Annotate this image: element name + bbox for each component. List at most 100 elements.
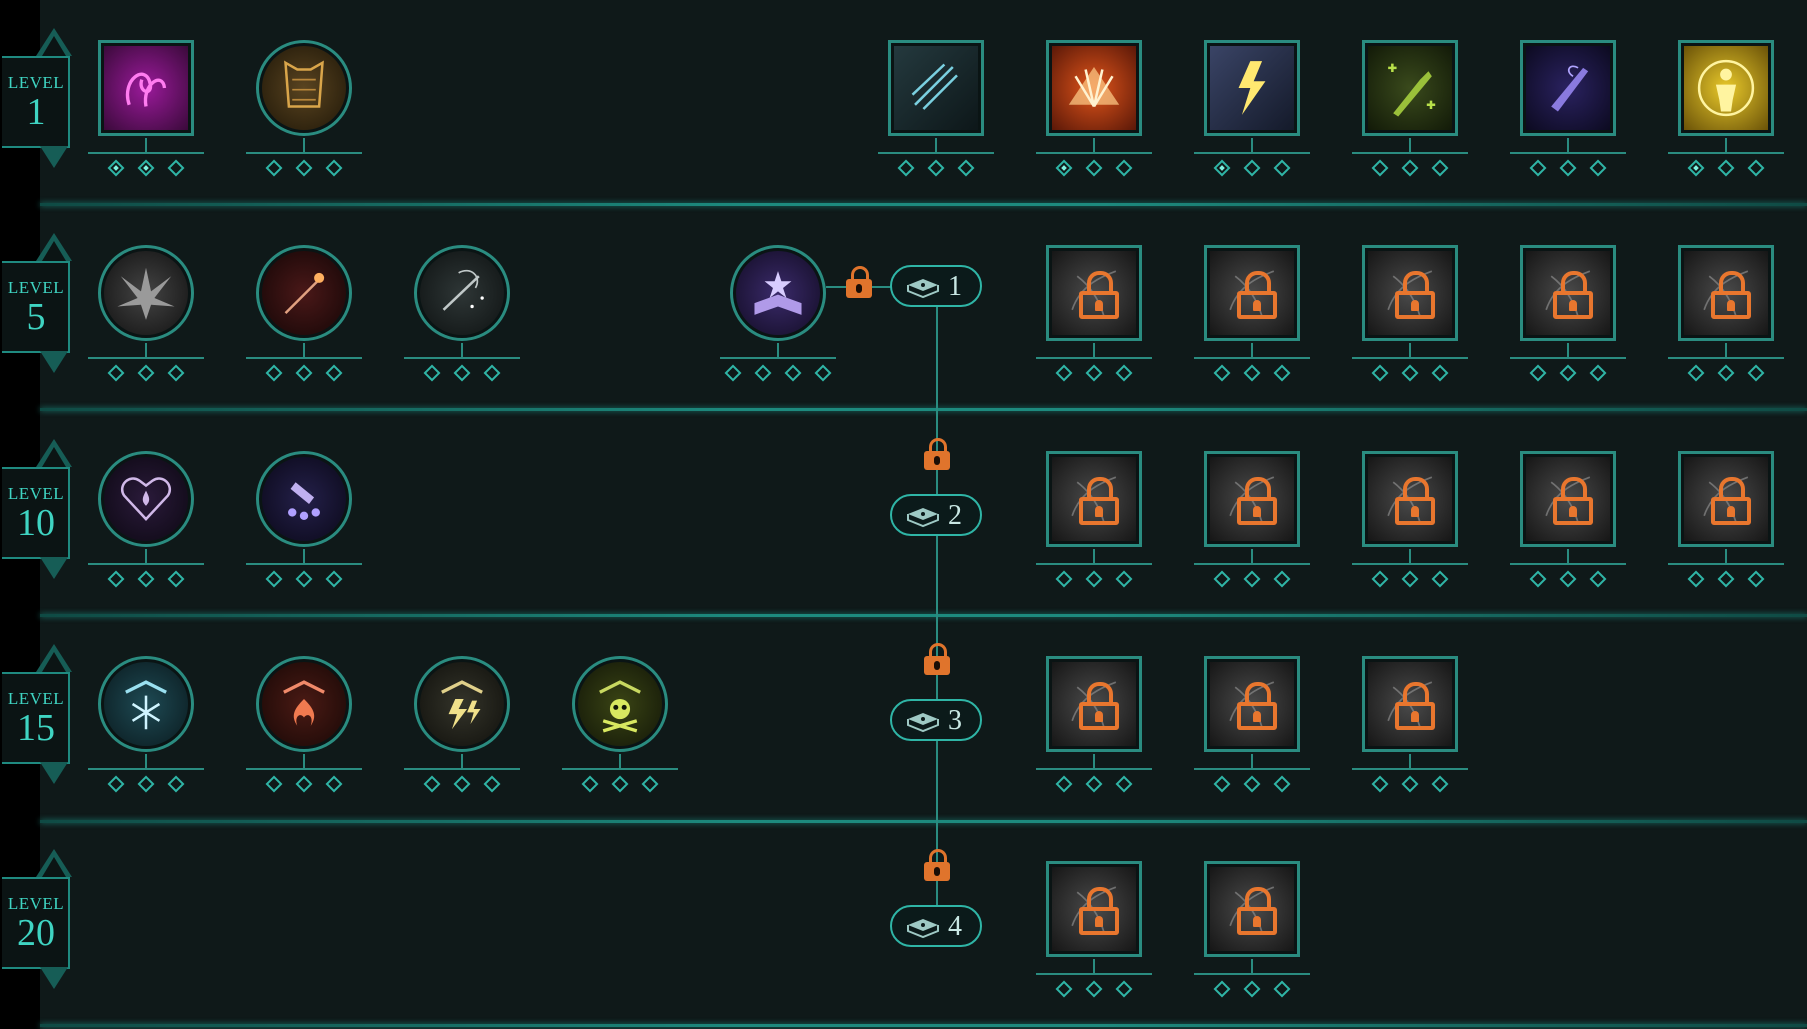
rank-pip-empty bbox=[1589, 570, 1607, 588]
talent-node[interactable] bbox=[1668, 38, 1784, 154]
rank-pip-empty bbox=[1213, 364, 1231, 382]
rank-pip-empty bbox=[107, 364, 125, 382]
talent-node[interactable] bbox=[1510, 38, 1626, 154]
unlock-tier-2[interactable]: 2 bbox=[890, 494, 982, 536]
talent-node[interactable] bbox=[88, 243, 204, 359]
lock-icon bbox=[1553, 477, 1593, 529]
talent-node[interactable] bbox=[1036, 654, 1152, 770]
talent-node[interactable] bbox=[1352, 243, 1468, 359]
talent-node[interactable] bbox=[1352, 449, 1468, 565]
talent-node[interactable] bbox=[88, 654, 204, 770]
talent-base bbox=[246, 563, 362, 565]
talent-rank-pips bbox=[897, 159, 975, 182]
rank-pip-empty bbox=[167, 159, 185, 177]
talent-rank-pips bbox=[265, 364, 343, 387]
rank-pip-empty bbox=[1085, 159, 1103, 177]
fire-rank-icon bbox=[262, 662, 346, 746]
talent-node[interactable] bbox=[1352, 38, 1468, 154]
talent-node[interactable] bbox=[246, 449, 362, 565]
rank-pip-empty bbox=[453, 775, 471, 793]
level-number: 15 bbox=[17, 707, 55, 749]
talent-node[interactable] bbox=[1036, 859, 1152, 975]
talent-node[interactable] bbox=[246, 654, 362, 770]
talent-node[interactable] bbox=[404, 243, 520, 359]
talent-node[interactable] bbox=[1352, 654, 1468, 770]
talent-stem bbox=[1251, 754, 1253, 768]
rank-pip-empty bbox=[1243, 980, 1261, 998]
talent-node[interactable] bbox=[1194, 859, 1310, 975]
rank-pip-empty bbox=[325, 570, 343, 588]
talent-rank-pips bbox=[1055, 159, 1133, 182]
talent-node[interactable] bbox=[1668, 449, 1784, 565]
talent-node[interactable] bbox=[1194, 38, 1310, 154]
unlock-tier-1[interactable]: 1 bbox=[890, 265, 982, 307]
unlock-tier-4[interactable]: 4 bbox=[890, 905, 982, 947]
rank-pip-empty bbox=[1717, 570, 1735, 588]
rank-pip-empty bbox=[1401, 364, 1419, 382]
talent-base bbox=[1668, 152, 1784, 154]
talent-base bbox=[88, 357, 204, 359]
talent-node[interactable] bbox=[88, 449, 204, 565]
rank-pip-empty bbox=[1115, 775, 1133, 793]
talent-node[interactable] bbox=[88, 38, 204, 154]
talent-node[interactable] bbox=[1036, 38, 1152, 154]
book-icon bbox=[907, 279, 939, 299]
rank-pip-empty bbox=[167, 364, 185, 382]
talent-rank-pips bbox=[423, 775, 501, 798]
rank-pip-empty bbox=[453, 364, 471, 382]
talent-stem bbox=[1251, 138, 1253, 152]
row-divider bbox=[40, 1024, 1807, 1027]
talent-rank-pips bbox=[423, 364, 501, 387]
level-label: LEVEL bbox=[7, 484, 65, 503]
talent-node[interactable] bbox=[404, 654, 520, 770]
talent-base bbox=[1036, 768, 1152, 770]
rank-pip-empty bbox=[1085, 570, 1103, 588]
talent-node[interactable] bbox=[1510, 243, 1626, 359]
talent-node[interactable] bbox=[1668, 243, 1784, 359]
talent-rank-pips bbox=[107, 775, 185, 798]
talent-rank-pips bbox=[1055, 775, 1133, 798]
talent-node[interactable] bbox=[1510, 449, 1626, 565]
talent-node[interactable] bbox=[1194, 243, 1310, 359]
talent-stem bbox=[1725, 549, 1727, 563]
talent-rank-pips bbox=[1055, 364, 1133, 387]
lock-icon bbox=[1711, 271, 1751, 323]
talent-rank-pips bbox=[1213, 570, 1291, 593]
talent-node[interactable] bbox=[562, 654, 678, 770]
rank-pip-empty bbox=[1243, 775, 1261, 793]
talent-node[interactable] bbox=[1036, 449, 1152, 565]
rank-pip-empty bbox=[581, 775, 599, 793]
rank-pip-filled bbox=[107, 159, 125, 177]
talent-node[interactable] bbox=[1194, 654, 1310, 770]
talent-node[interactable] bbox=[720, 243, 836, 359]
talent-node[interactable] bbox=[878, 38, 994, 154]
claw-slash-icon bbox=[894, 46, 978, 130]
rank-pip-empty bbox=[1371, 364, 1389, 382]
talent-rank-pips bbox=[1529, 364, 1607, 387]
rank-pip-empty bbox=[1273, 159, 1291, 177]
heart-drop-icon bbox=[104, 457, 188, 541]
lock-icon bbox=[1395, 271, 1435, 323]
rank-pip-empty bbox=[784, 364, 802, 382]
talent-node[interactable] bbox=[1194, 449, 1310, 565]
talent-stem bbox=[1093, 549, 1095, 563]
rank-pip-empty bbox=[1273, 980, 1291, 998]
fire-fan-icon bbox=[1052, 46, 1136, 130]
unlock-tier-3[interactable]: 3 bbox=[890, 699, 982, 741]
hand-orbs-icon bbox=[262, 457, 346, 541]
locked-talent-icon bbox=[1368, 251, 1452, 335]
rank-pip-empty bbox=[325, 159, 343, 177]
lock-icon bbox=[1079, 682, 1119, 734]
rank-pip-empty bbox=[107, 775, 125, 793]
talent-node[interactable] bbox=[246, 243, 362, 359]
talent-rank-pips bbox=[107, 159, 185, 182]
rank-pip-empty bbox=[1085, 775, 1103, 793]
level-number: 10 bbox=[17, 502, 55, 544]
locked-talent-icon bbox=[1210, 457, 1294, 541]
level-number: 1 bbox=[26, 91, 46, 133]
book-icon bbox=[907, 508, 939, 528]
spellbook-icon bbox=[736, 251, 820, 335]
talent-node[interactable] bbox=[246, 38, 362, 154]
tier-number: 4 bbox=[948, 911, 962, 942]
talent-node[interactable] bbox=[1036, 243, 1152, 359]
